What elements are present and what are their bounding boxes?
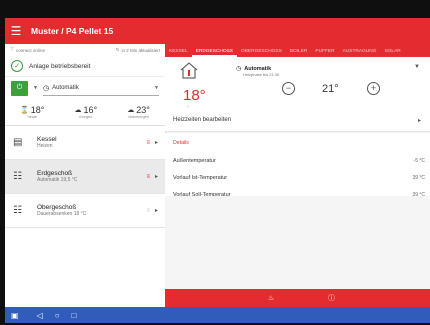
info-icon[interactable]: ⓘ [328, 293, 335, 303]
app-title: Muster / P4 Pellet 15 [31, 26, 114, 36]
dropdown-arrow-icon: ▼ [154, 84, 159, 91]
tab-erdgeschoss[interactable]: ERDGESCHOSS [191, 49, 237, 57]
forecast-tomorrow: ☁ 16° morgen [75, 105, 98, 119]
operation-state: ✓ Anlage betriebsbereit [5, 56, 165, 77]
mode-select-value: Automatik [52, 84, 79, 91]
app-bar: ☰ Muster / P4 Pellet 15 [5, 18, 430, 44]
status-line: ⊤ connect online ↻ in 2 Min aktualisiert [5, 44, 165, 56]
decrease-temp-button[interactable]: − [282, 82, 295, 95]
tab-boiler[interactable]: BOILER [286, 49, 312, 57]
circuit-status: Heizen [37, 143, 53, 149]
increase-temp-button[interactable]: + [367, 82, 380, 95]
refresh-icon[interactable]: ↻ [116, 47, 120, 53]
chevron-right-icon: ▸ [154, 174, 158, 180]
refresh-text: in 2 Min aktualisiert [121, 47, 160, 53]
forecast-day-after: ☁ 23° übermorgen [127, 105, 150, 119]
zone-header: 18° ≡ ◷ Automatik Heizphase bis 21:30 ▼ … [165, 57, 430, 110]
weather-forecast: ⌛ 18° heute ☁ 16° morgen ☁ 23° übermorgen [5, 99, 165, 126]
zone-mode-label: Automatik [244, 65, 272, 72]
forecast-label: heute [27, 115, 37, 119]
circuit-tabs: KESSEL ERDGESCHOSS OBERGESCHOSS BOILER P… [165, 44, 430, 57]
chevron-down-icon[interactable]: ▼ [33, 85, 38, 91]
detail-row: Vorlauf Ist-Temperatur 39 °C [165, 169, 430, 186]
check-circle-icon: ✓ [11, 60, 23, 72]
app-switch-icon[interactable]: ▣ [11, 311, 19, 320]
connection-icon: ⊤ [10, 47, 14, 52]
recents-icon[interactable]: □ [72, 311, 77, 320]
radiator-icon: ☷ [13, 205, 22, 216]
tab-obergeschoss[interactable]: OBERGESCHOSS [237, 49, 286, 57]
circuit-item-erdgeschoss[interactable]: ☷ Erdgeschoß Automatik 19,5 °C ≡ ▸ [5, 160, 165, 194]
menu-icon[interactable]: ☰ [5, 24, 27, 38]
thermometer-icon: ⌛ [20, 107, 29, 114]
detail-label: Vorlauf Ist-Temperatur [173, 174, 228, 181]
details-section: Details Außentemperatur -5 °C Vorlauf Is… [165, 133, 430, 203]
zone-mode[interactable]: ◷ Automatik [236, 65, 272, 73]
left-panel: ⊤ connect online ↻ in 2 Min aktualisiert ✓… [5, 44, 166, 307]
heating-icon[interactable]: ♨ [268, 294, 274, 302]
home-icon[interactable]: ○ [55, 311, 60, 320]
circuit-status: Dauerabsenken 18 °C [37, 211, 87, 217]
chevron-right-icon: ▸ [154, 140, 158, 146]
dropdown-arrow-icon[interactable]: ▼ [414, 64, 420, 70]
mode-line: ⏻ ▼ ◷ Automatik ▼ [5, 77, 165, 99]
circuit-name: Obergeschoß [37, 204, 77, 211]
set-temperature: 21° [322, 83, 339, 95]
circuit-name: Kessel [37, 136, 57, 143]
tab-austragung[interactable]: AUSTRAGUNG [339, 49, 381, 57]
chevron-right-icon: ▸ [417, 117, 421, 124]
connection-text: connect online [15, 47, 45, 53]
circuit-name: Erdgeschoß [37, 170, 73, 177]
mode-select[interactable]: ◷ Automatik ▼ [42, 81, 159, 96]
power-button[interactable]: ⏻ [11, 80, 28, 96]
tab-kessel[interactable]: KESSEL [165, 49, 192, 57]
forecast-value: 16° [83, 105, 98, 115]
bottom-action-bar: ♨ ⓘ [165, 289, 430, 307]
detail-value: 39 °C [412, 174, 425, 181]
circuit-status: Automatik 19,5 °C [37, 177, 78, 183]
forecast-value: 23° [136, 105, 150, 115]
circuit-item-obergeschoss[interactable]: ☷ Obergeschoß Dauerabsenken 18 °C ≡ ▸ [5, 194, 165, 228]
screen: ☰ Muster / P4 Pellet 15 ⊤ connect online … [5, 18, 430, 323]
forecast-value: 18° [30, 105, 45, 115]
tab-solar[interactable]: SOLAR [380, 49, 404, 57]
radiator-active-icon: ≡ [146, 139, 150, 146]
boiler-icon: ▤ [13, 137, 23, 148]
detail-label: Außentemperatur [173, 157, 216, 164]
clock-icon: ◷ [236, 66, 242, 72]
clock-icon: ◷ [42, 84, 50, 92]
details-title: Details [173, 139, 189, 146]
detail-value: -5 °C [413, 157, 425, 164]
circuit-item-kessel[interactable]: ▤ Kessel Heizen ≡ ▸ [5, 126, 165, 160]
radiator-icon: ☷ [13, 171, 22, 182]
forecast-label: morgen [79, 115, 93, 119]
zone-mode-sub: Heizphase bis 21:30 [243, 72, 280, 77]
back-icon[interactable]: ◁ [37, 311, 43, 320]
operation-state-label: Anlage betriebsbereit [29, 62, 91, 70]
house-icon [180, 62, 198, 79]
radiator-active-icon: ≡ [146, 173, 150, 180]
device-frame: ☰ Muster / P4 Pellet 15 ⊤ connect online … [0, 0, 430, 325]
detail-row: Außentemperatur -5 °C [165, 152, 430, 169]
cloud-icon: ☁ [127, 107, 135, 114]
forecast-today: ⌛ 18° heute [20, 105, 44, 119]
forecast-label: übermorgen [128, 115, 149, 119]
tab-puffer[interactable]: PUFFER [311, 49, 338, 57]
radiator-inactive-icon: ≡ [146, 207, 150, 214]
chevron-right-icon: ▸ [154, 208, 158, 214]
edit-heating-times[interactable]: Heizzeiten bearbeiten ▸ [165, 109, 430, 132]
system-navigation-bar: ▣ ◁ ○ □ [5, 307, 430, 323]
edit-heating-times-label: Heizzeiten bearbeiten [173, 117, 232, 123]
rain-cloud-icon: ☁ [74, 107, 82, 114]
current-temperature: 18° [183, 87, 206, 104]
